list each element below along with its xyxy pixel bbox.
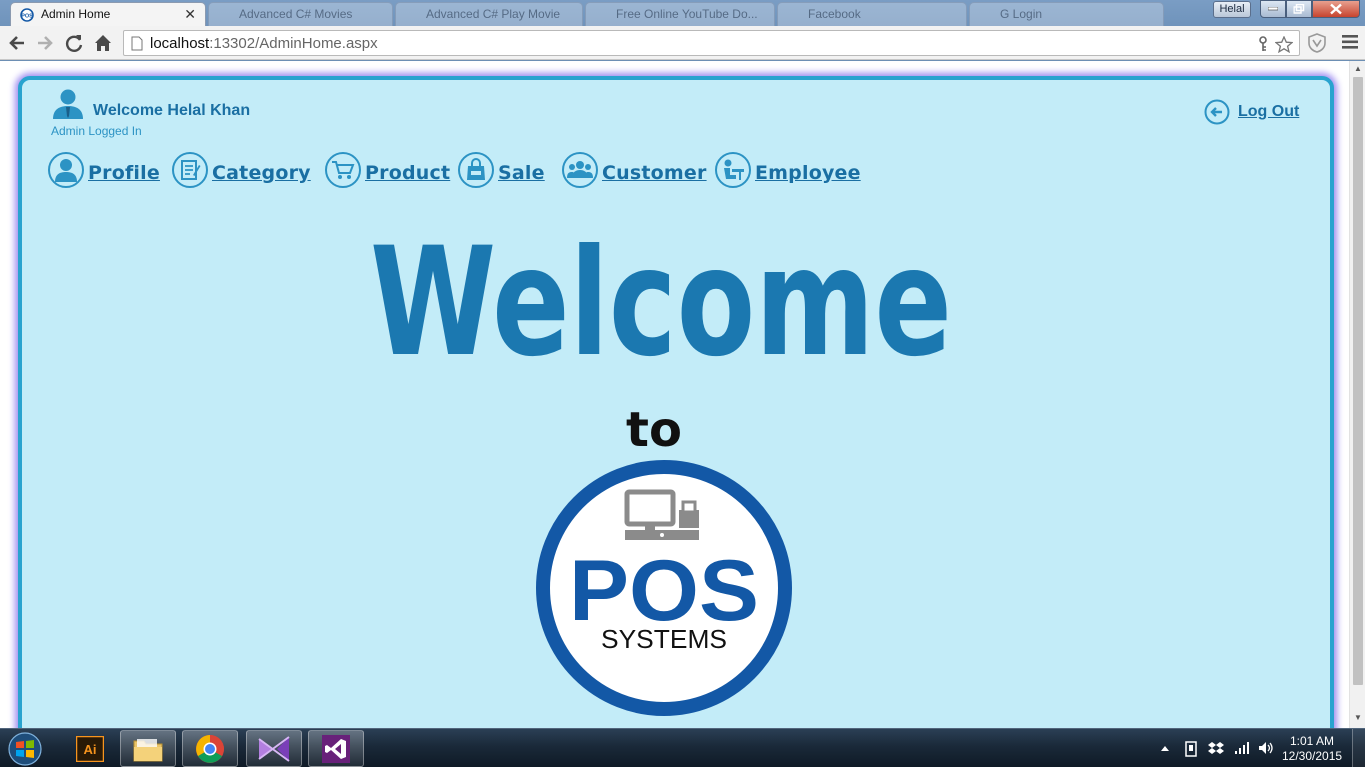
volume-icon[interactable] bbox=[1258, 741, 1274, 755]
logout-link[interactable]: Log Out bbox=[1204, 99, 1299, 125]
nav-label: Product bbox=[365, 162, 451, 184]
key-icon[interactable] bbox=[1256, 36, 1270, 52]
home-icon[interactable] bbox=[92, 32, 114, 54]
tab-title: Free Online YouTube Do... bbox=[616, 7, 758, 21]
logout-arrow-icon bbox=[1204, 99, 1230, 125]
scrollbar-thumb[interactable] bbox=[1353, 77, 1363, 685]
tab-inactive[interactable]: Facebook bbox=[777, 2, 967, 26]
minimize-button[interactable] bbox=[1260, 0, 1286, 18]
logout-label: Log Out bbox=[1238, 103, 1300, 120]
tab-inactive[interactable]: G Login bbox=[969, 2, 1164, 26]
pos-logo-icon: POS bbox=[20, 8, 34, 22]
pos-systems-logo: POS SYSTEMS bbox=[536, 460, 792, 716]
nav-label: Employee bbox=[755, 162, 861, 184]
folder-icon bbox=[133, 738, 163, 761]
sale-bag-icon-wrap bbox=[458, 152, 494, 188]
visual-studio-icon bbox=[322, 734, 350, 763]
reload-icon[interactable] bbox=[63, 32, 85, 54]
sale-bag-icon bbox=[467, 158, 485, 180]
tab-title: Facebook bbox=[808, 7, 861, 21]
nav-label: Category bbox=[212, 162, 311, 184]
cart-icon bbox=[332, 161, 355, 179]
nav-product[interactable]: Product bbox=[325, 152, 450, 188]
customers-icon-wrap bbox=[562, 152, 598, 188]
browser-titlebar: POS Admin Home ✕ Advanced C# Movies Adva… bbox=[0, 0, 1365, 26]
back-icon[interactable] bbox=[6, 32, 28, 54]
restore-icon bbox=[1293, 4, 1305, 14]
nav-customer[interactable]: Customer bbox=[562, 152, 707, 188]
scroll-down-icon[interactable]: ▼ bbox=[1354, 713, 1362, 722]
forward-icon[interactable] bbox=[34, 32, 56, 54]
admin-status-text: Admin Logged In bbox=[51, 124, 142, 138]
extension-shield-icon[interactable] bbox=[1308, 33, 1326, 53]
vertical-scrollbar[interactable]: ▲ ▼ bbox=[1349, 61, 1365, 728]
tab-inactive[interactable]: Advanced C# Play Movie bbox=[395, 2, 583, 26]
maximize-button[interactable] bbox=[1286, 0, 1312, 18]
tab-title: G Login bbox=[1000, 7, 1043, 21]
tab-admin-home[interactable]: POS Admin Home ✕ bbox=[10, 2, 206, 26]
clock-time: 1:01 AM bbox=[1289, 734, 1335, 748]
tab-inactive[interactable]: Free Online YouTube Do... bbox=[585, 2, 775, 26]
nav-category[interactable]: Category bbox=[172, 152, 311, 188]
dropbox-icon[interactable] bbox=[1208, 740, 1224, 756]
clock-date: 12/30/2015 bbox=[1282, 749, 1343, 763]
menu-icon[interactable] bbox=[1342, 35, 1358, 49]
nav-label: Customer bbox=[602, 162, 707, 184]
taskbar-visual-studio-ms[interactable] bbox=[246, 730, 302, 767]
page-icon bbox=[131, 36, 143, 51]
welcome-heading-text: Welcome bbox=[370, 242, 952, 372]
admin-user-icon bbox=[53, 89, 83, 119]
url-text: localhost:13302/AdminHome.aspx bbox=[150, 35, 378, 52]
employee-icon-wrap bbox=[715, 152, 751, 188]
taskbar-visual-studio[interactable] bbox=[308, 730, 364, 767]
chrome-icon bbox=[196, 734, 224, 763]
nav-sale[interactable]: Sale bbox=[458, 152, 545, 188]
address-bar[interactable]: localhost:13302/AdminHome.aspx bbox=[123, 30, 1300, 56]
visual-studio-bowtie-icon bbox=[258, 735, 290, 762]
tray-expand-icon[interactable] bbox=[1160, 743, 1170, 753]
admin-panel: Welcome Helal Khan Admin Logged In Log O… bbox=[18, 76, 1334, 728]
bookmark-star-icon[interactable] bbox=[1275, 36, 1293, 53]
nav-employee[interactable]: Employee bbox=[715, 152, 861, 188]
browser-toolbar: localhost:13302/AdminHome.aspx bbox=[0, 26, 1365, 60]
signal-icon[interactable] bbox=[1234, 741, 1250, 755]
cart-icon-wrap bbox=[325, 152, 361, 188]
category-icon-wrap bbox=[172, 152, 208, 188]
minimize-icon bbox=[1268, 7, 1278, 11]
windows-start-icon[interactable] bbox=[5, 731, 45, 767]
page-viewport: Welcome Helal Khan Admin Logged In Log O… bbox=[0, 61, 1349, 728]
profile-icon bbox=[55, 159, 77, 182]
tab-title: Advanced C# Movies bbox=[239, 7, 353, 21]
customers-icon bbox=[567, 161, 593, 178]
device-icon[interactable] bbox=[1184, 741, 1198, 757]
profile-icon-wrap bbox=[48, 152, 84, 188]
close-window-button[interactable] bbox=[1312, 0, 1360, 18]
tab-close-icon[interactable]: ✕ bbox=[184, 3, 196, 25]
scroll-up-icon[interactable]: ▲ bbox=[1354, 64, 1362, 73]
tab-inactive[interactable]: Advanced C# Movies bbox=[208, 2, 393, 26]
nav-label: Sale bbox=[498, 162, 545, 184]
nav-label: Profile bbox=[88, 162, 160, 184]
svg-text:POS: POS bbox=[21, 14, 33, 20]
welcome-user-text: Welcome Helal Khan bbox=[93, 102, 251, 119]
to-text: to bbox=[626, 402, 682, 458]
taskbar-chrome[interactable] bbox=[182, 730, 238, 767]
logo-systems-text: SYSTEMS bbox=[601, 624, 727, 654]
employee-icon bbox=[724, 159, 744, 180]
nav-profile[interactable]: Profile bbox=[48, 152, 160, 188]
tab-title: Advanced C# Play Movie bbox=[426, 7, 561, 21]
close-icon bbox=[1330, 3, 1342, 15]
taskbar-clock[interactable]: 1:01 AM 12/30/2015 bbox=[1282, 734, 1342, 764]
windows-taskbar: Ai 1:01 AM 12/30/2015 bbox=[0, 728, 1365, 767]
taskbar-explorer[interactable] bbox=[120, 730, 176, 767]
taskbar-illustrator[interactable]: Ai bbox=[62, 730, 118, 767]
tab-title: Admin Home bbox=[41, 7, 111, 21]
profile-badge[interactable]: Helal bbox=[1213, 1, 1251, 18]
show-desktop-button[interactable] bbox=[1352, 729, 1365, 767]
svg-text:Ai: Ai bbox=[84, 742, 97, 757]
category-icon bbox=[181, 160, 201, 180]
welcome-heading: Welcome bbox=[370, 242, 952, 372]
illustrator-icon: Ai bbox=[76, 735, 104, 762]
